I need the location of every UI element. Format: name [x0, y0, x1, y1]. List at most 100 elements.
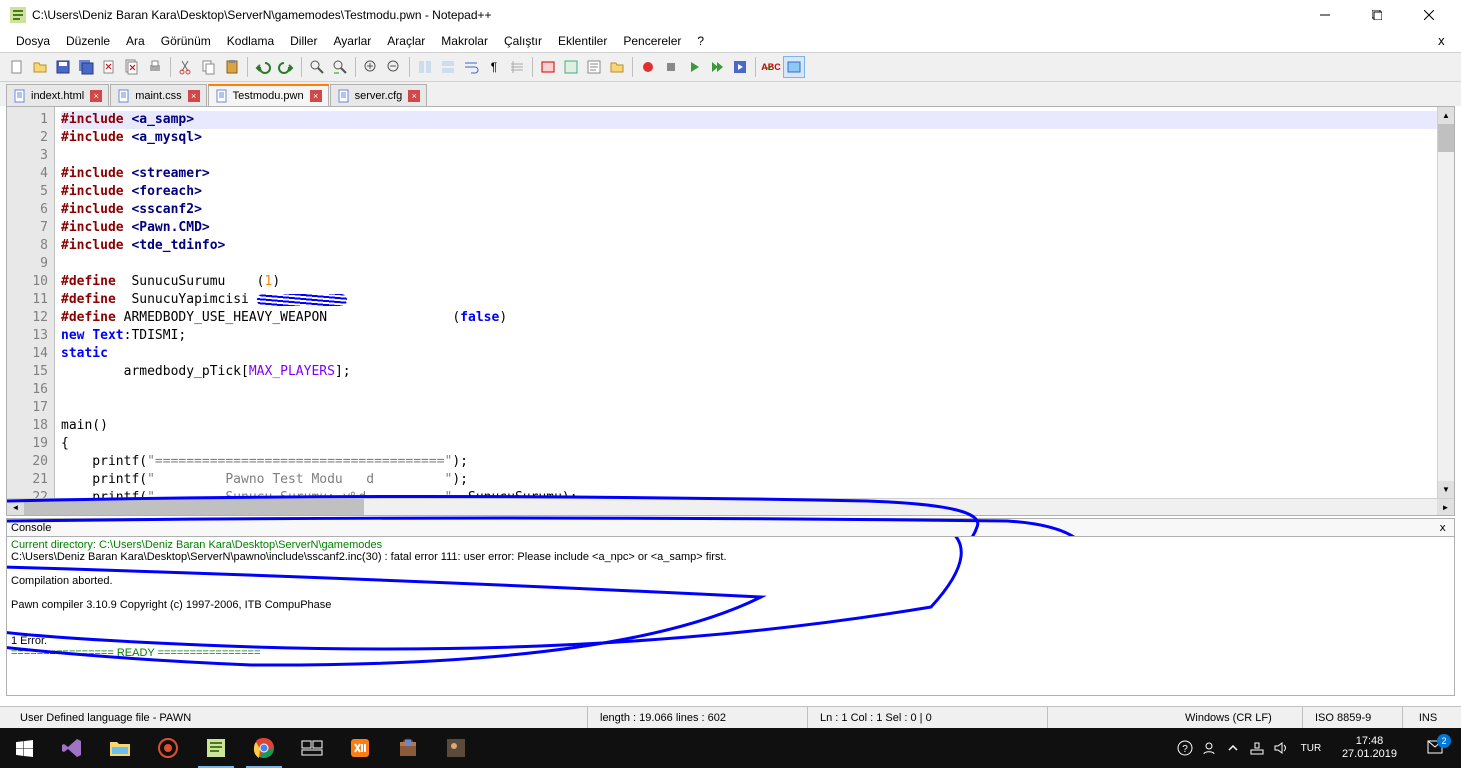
menu-düzenle[interactable]: Düzenle	[58, 32, 118, 50]
code-line[interactable]: {	[61, 435, 1437, 453]
tray-language-icon[interactable]: TUR	[1296, 728, 1326, 768]
code-line[interactable]	[61, 399, 1437, 417]
menu-çalıştır[interactable]: Çalıştır	[496, 32, 550, 50]
code-line[interactable]: #include <a_mysql>	[61, 129, 1437, 147]
paste-button[interactable]	[221, 56, 243, 78]
tab-server-cfg[interactable]: server.cfg×	[330, 84, 428, 106]
zoom-out-button[interactable]	[383, 56, 405, 78]
vertical-scrollbar[interactable]: ▲ ▼	[1437, 107, 1454, 498]
tray-volume-icon[interactable]	[1272, 728, 1290, 768]
task-chrome[interactable]	[240, 728, 288, 768]
code-line[interactable]: printf("================================…	[61, 453, 1437, 471]
print-button[interactable]	[144, 56, 166, 78]
sync-h-button[interactable]	[437, 56, 459, 78]
maximize-button[interactable]	[1355, 1, 1399, 29]
code-line[interactable]: #include <streamer>	[61, 165, 1437, 183]
spellcheck-button[interactable]: ABC	[760, 56, 782, 78]
task-app-red[interactable]	[144, 728, 192, 768]
task-taskview[interactable]	[288, 728, 336, 768]
tray-network-icon[interactable]	[1248, 728, 1266, 768]
macro-record-button[interactable]	[637, 56, 659, 78]
task-app-image[interactable]	[432, 728, 480, 768]
code-area[interactable]: #include <a_samp>#include <a_mysql> #incl…	[55, 107, 1437, 498]
wordwrap-button[interactable]	[460, 56, 482, 78]
close-file-button[interactable]	[98, 56, 120, 78]
copy-button[interactable]	[198, 56, 220, 78]
compile-button[interactable]	[783, 56, 805, 78]
menu-makrolar[interactable]: Makrolar	[433, 32, 496, 50]
code-line[interactable]: #include <sscanf2>	[61, 201, 1437, 219]
menu-ara[interactable]: Ara	[118, 32, 153, 50]
menu-dosya[interactable]: Dosya	[8, 32, 58, 50]
tab-maint-css[interactable]: maint.css×	[110, 84, 206, 106]
code-line[interactable]	[61, 255, 1437, 273]
macro-save-button[interactable]	[729, 56, 751, 78]
doc-map-button[interactable]	[560, 56, 582, 78]
folder-button[interactable]	[606, 56, 628, 78]
console-close-icon[interactable]: x	[1435, 521, 1450, 534]
code-line[interactable]	[61, 381, 1437, 399]
task-winrar[interactable]	[384, 728, 432, 768]
menu-?[interactable]: ?	[689, 32, 712, 50]
code-line[interactable]: #include <a_samp>	[61, 111, 1437, 129]
tab-close-icon[interactable]: ×	[408, 90, 420, 102]
code-line[interactable]: new Text:TDISMI;	[61, 327, 1437, 345]
find-button[interactable]	[306, 56, 328, 78]
macro-play-multi-button[interactable]	[706, 56, 728, 78]
new-file-button[interactable]	[6, 56, 28, 78]
code-line[interactable]: printf(" Sunucu Surumu: v%d ", SunucuSur…	[61, 489, 1437, 498]
macro-play-button[interactable]	[683, 56, 705, 78]
macro-stop-button[interactable]	[660, 56, 682, 78]
func-list-button[interactable]	[583, 56, 605, 78]
menu-araçlar[interactable]: Araçlar	[379, 32, 433, 50]
code-line[interactable]: armedbody_pTick[MAX_PLAYERS];	[61, 363, 1437, 381]
task-explorer[interactable]	[96, 728, 144, 768]
close-all-button[interactable]	[121, 56, 143, 78]
code-line[interactable]: printf(" Pawno Test Modu d ");	[61, 471, 1437, 489]
tray-people-icon[interactable]	[1200, 728, 1218, 768]
console-panel[interactable]: Current directory: C:\Users\Deniz Baran …	[6, 536, 1455, 696]
menu-pencereler[interactable]: Pencereler	[615, 32, 689, 50]
minimize-button[interactable]	[1303, 1, 1347, 29]
code-line[interactable]: #define ARMEDBODY_USE_HEAVY_WEAPON (fals…	[61, 309, 1437, 327]
menu-görünüm[interactable]: Görünüm	[153, 32, 219, 50]
code-line[interactable]: #define SunucuYapimcisi	[61, 291, 1437, 309]
tab-close-icon[interactable]: ×	[90, 90, 102, 102]
tray-notifications[interactable]: 2	[1413, 728, 1457, 768]
save-all-button[interactable]	[75, 56, 97, 78]
horizontal-scrollbar[interactable]: ◄ ►	[7, 498, 1454, 515]
menu-eklentiler[interactable]: Eklentiler	[550, 32, 615, 50]
menu-ayarlar[interactable]: Ayarlar	[325, 32, 379, 50]
tab-indext-html[interactable]: indext.html×	[6, 84, 109, 106]
code-line[interactable]: #include <tde_tdinfo>	[61, 237, 1437, 255]
task-notepadpp[interactable]	[192, 728, 240, 768]
open-file-button[interactable]	[29, 56, 51, 78]
language-user-button[interactable]	[537, 56, 559, 78]
mdi-close-icon[interactable]: x	[1430, 34, 1453, 48]
show-all-chars-button[interactable]: ¶	[483, 56, 505, 78]
indent-guide-button[interactable]	[506, 56, 528, 78]
code-line[interactable]: static	[61, 345, 1437, 363]
tab-close-icon[interactable]: ×	[310, 90, 322, 102]
sync-v-button[interactable]	[414, 56, 436, 78]
undo-button[interactable]	[252, 56, 274, 78]
tab-Testmodu-pwn[interactable]: Testmodu.pwn×	[208, 84, 329, 106]
task-visualstudio[interactable]	[48, 728, 96, 768]
menu-kodlama[interactable]: Kodlama	[219, 32, 282, 50]
save-button[interactable]	[52, 56, 74, 78]
code-line[interactable]	[61, 147, 1437, 165]
code-line[interactable]: main()	[61, 417, 1437, 435]
code-line[interactable]: #include <foreach>	[61, 183, 1437, 201]
cut-button[interactable]	[175, 56, 197, 78]
tray-help-icon[interactable]: ?	[1176, 728, 1194, 768]
code-line[interactable]: #include <Pawn.CMD>	[61, 219, 1437, 237]
menu-diller[interactable]: Diller	[282, 32, 325, 50]
start-button[interactable]	[0, 728, 48, 768]
tab-close-icon[interactable]: ×	[188, 90, 200, 102]
replace-button[interactable]	[329, 56, 351, 78]
zoom-in-button[interactable]	[360, 56, 382, 78]
tray-chevron-up-icon[interactable]	[1224, 728, 1242, 768]
tray-clock[interactable]: 17:48 27.01.2019	[1332, 735, 1407, 761]
close-button[interactable]	[1407, 1, 1451, 29]
redo-button[interactable]	[275, 56, 297, 78]
